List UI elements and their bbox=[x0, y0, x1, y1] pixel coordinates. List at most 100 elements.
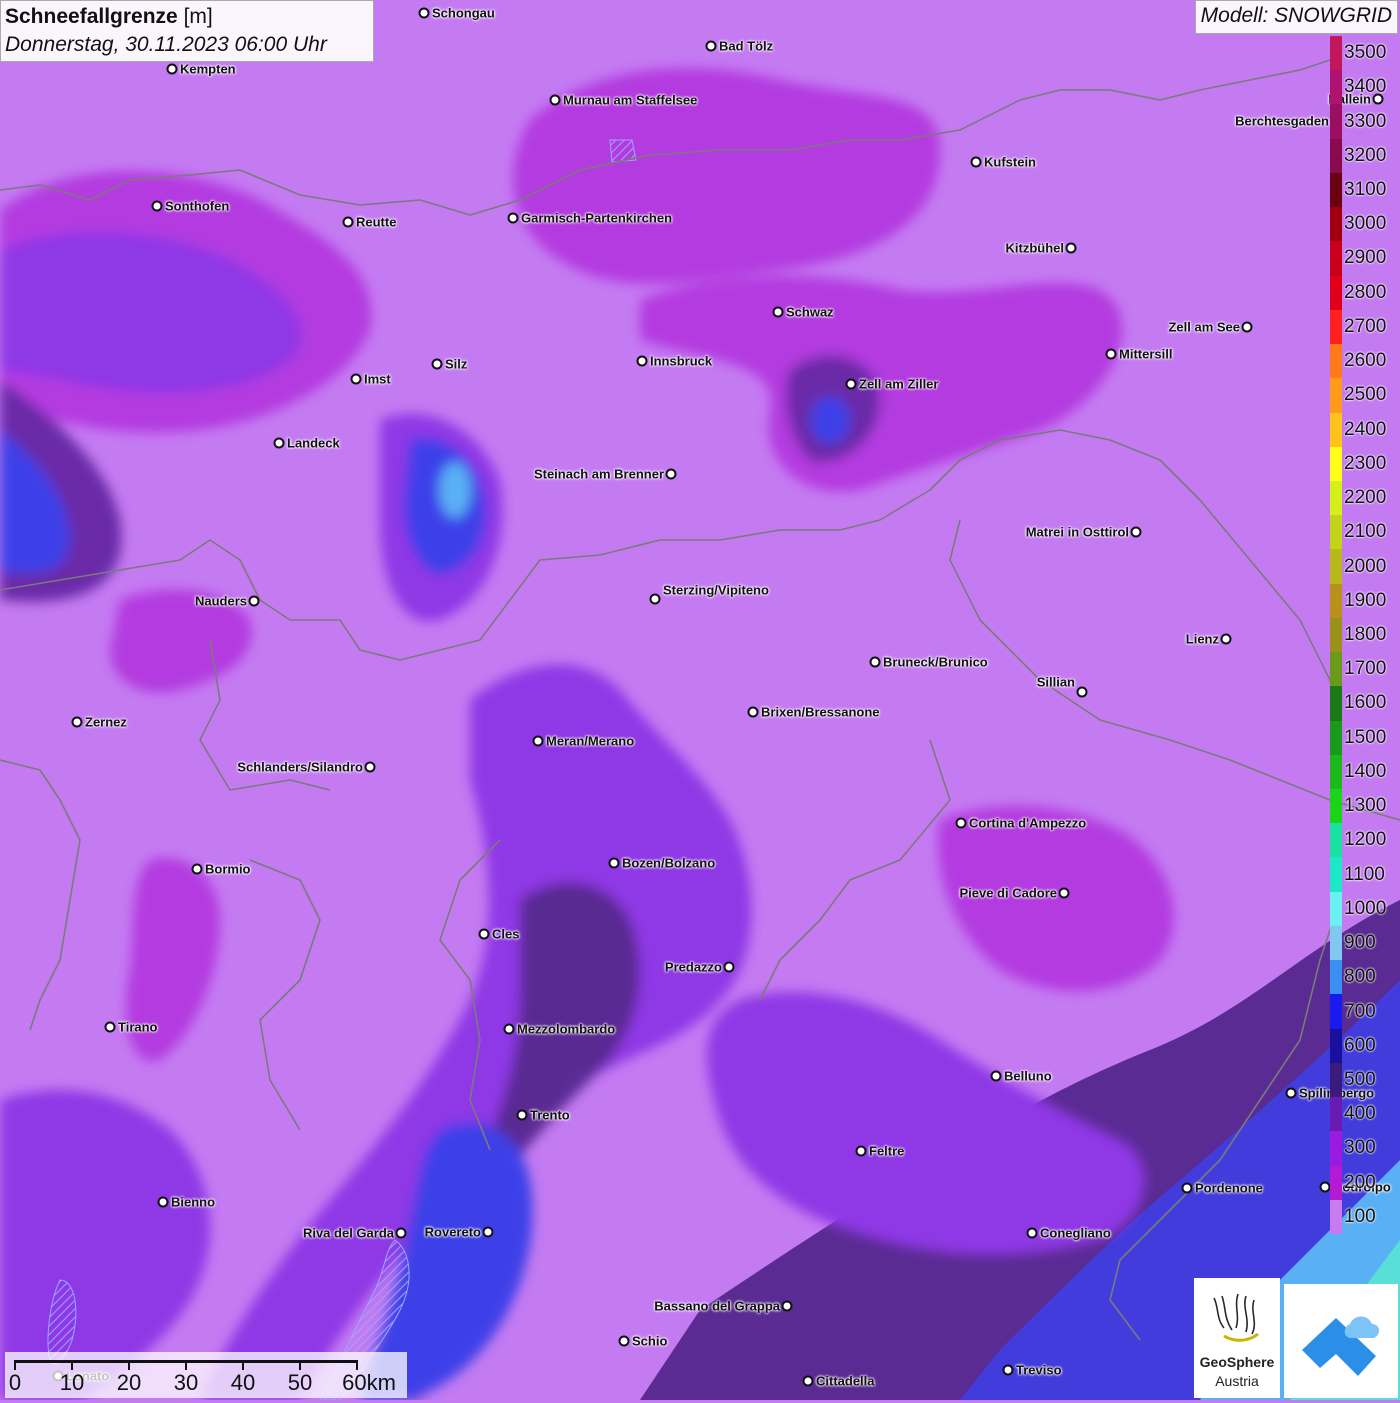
scale-tick bbox=[242, 1360, 244, 1370]
city-marker bbox=[649, 593, 661, 605]
city-label: Bienno bbox=[171, 1194, 216, 1210]
city-label: Meran/Merano bbox=[546, 733, 635, 749]
city-label: Reutte bbox=[356, 214, 397, 230]
city-label: Pordenone bbox=[1195, 1180, 1263, 1196]
legend-label: 1900 bbox=[1344, 589, 1387, 611]
legend-label: 1100 bbox=[1344, 863, 1385, 885]
city-marker bbox=[166, 63, 178, 75]
city-label: Murnau am Staffelsee bbox=[563, 92, 698, 108]
city-marker bbox=[772, 306, 784, 318]
legend-label: 2600 bbox=[1344, 350, 1387, 372]
city-label: Bormio bbox=[205, 861, 251, 877]
city-label: Kitzbühel bbox=[1005, 240, 1065, 256]
model-label: Modell: SNOWGRID bbox=[1194, 0, 1398, 34]
city-label: Nauders bbox=[194, 593, 247, 609]
legend-label: 2100 bbox=[1344, 521, 1387, 543]
legend-label: 700 bbox=[1344, 1000, 1376, 1022]
legend-swatch bbox=[1330, 378, 1342, 413]
legend-swatch bbox=[1330, 172, 1342, 208]
city-label: Zernez bbox=[85, 714, 127, 730]
city-marker bbox=[618, 1335, 630, 1347]
legend-swatch bbox=[1330, 1131, 1342, 1167]
legend-label: 200 bbox=[1344, 1171, 1376, 1193]
city-marker bbox=[1065, 242, 1077, 254]
city-marker bbox=[395, 1227, 407, 1239]
legend-swatch bbox=[1330, 1028, 1342, 1064]
city-marker bbox=[1285, 1087, 1297, 1099]
map-title-box: Schneefallgrenze [m] Donnerstag, 30.11.2… bbox=[0, 0, 374, 62]
city-label: Silz bbox=[445, 356, 468, 372]
legend-label: 300 bbox=[1344, 1137, 1376, 1159]
city-marker bbox=[516, 1109, 528, 1121]
legend-label: 1600 bbox=[1344, 692, 1387, 714]
legend-swatch bbox=[1330, 925, 1342, 961]
city-marker bbox=[747, 706, 759, 718]
city-marker bbox=[1002, 1364, 1014, 1376]
legend-swatch bbox=[1330, 70, 1342, 105]
city-marker bbox=[869, 656, 881, 668]
legend-swatch bbox=[1330, 104, 1342, 140]
city-marker bbox=[705, 40, 717, 52]
city-marker bbox=[1026, 1227, 1038, 1239]
legend-swatch bbox=[1330, 891, 1342, 927]
scale-tick-label: 0 bbox=[8, 1370, 22, 1395]
legend-label: 2900 bbox=[1344, 247, 1387, 269]
city-label: Kempten bbox=[180, 61, 236, 77]
scale-tick-label: 20 bbox=[116, 1370, 142, 1395]
scale-tick bbox=[299, 1360, 301, 1370]
city-label: Steinach am Brenner bbox=[533, 466, 664, 482]
mountain-cloud-icon bbox=[1302, 1316, 1380, 1376]
city-marker bbox=[990, 1070, 1002, 1082]
city-marker bbox=[608, 857, 620, 869]
legend-swatch bbox=[1330, 823, 1342, 858]
city-marker bbox=[248, 595, 260, 607]
map-title-unit: [m] bbox=[177, 5, 213, 28]
legend-label: 3200 bbox=[1344, 144, 1387, 166]
legend-label: 3400 bbox=[1344, 76, 1387, 98]
legend-swatch bbox=[1330, 754, 1342, 790]
city-label: Bozen/Bolzano bbox=[622, 855, 716, 871]
city-label: Bruneck/Brunico bbox=[883, 654, 988, 670]
legend-swatch bbox=[1330, 275, 1342, 311]
legend-swatch bbox=[1330, 1097, 1342, 1132]
scale-tick-label: 50 bbox=[287, 1370, 313, 1395]
map-title: Schneefallgrenze bbox=[5, 5, 178, 28]
legend-label: 1400 bbox=[1344, 760, 1387, 782]
legend-swatch bbox=[1330, 515, 1342, 550]
city-marker bbox=[723, 961, 735, 973]
city-label: Innsbruck bbox=[650, 353, 713, 369]
legend-label: 3300 bbox=[1344, 110, 1387, 132]
city-label: Schio bbox=[632, 1333, 668, 1349]
legend-label: 400 bbox=[1344, 1103, 1376, 1125]
legend-label: 2300 bbox=[1344, 452, 1387, 474]
legend-label: 1300 bbox=[1344, 795, 1387, 817]
city-label: Bassano del Grappa bbox=[654, 1298, 780, 1314]
city-marker bbox=[1130, 526, 1142, 538]
city-marker bbox=[273, 437, 285, 449]
city-label: Schlanders/Silandro bbox=[237, 759, 363, 775]
legend-swatch bbox=[1330, 960, 1342, 995]
city-marker bbox=[970, 156, 982, 168]
city-marker bbox=[1058, 887, 1070, 899]
city-marker bbox=[1181, 1182, 1193, 1194]
scale-tick-label: 40 bbox=[230, 1370, 256, 1395]
city-marker bbox=[431, 358, 443, 370]
city-label: Feltre bbox=[869, 1143, 905, 1159]
legend-label: 2500 bbox=[1344, 384, 1387, 406]
legend-swatch bbox=[1330, 1199, 1342, 1235]
legend-swatch bbox=[1330, 412, 1342, 448]
legend-label: 3000 bbox=[1344, 213, 1387, 235]
legend-label: 800 bbox=[1344, 966, 1376, 988]
legend-label: 900 bbox=[1344, 932, 1376, 954]
legend-swatch bbox=[1330, 686, 1342, 722]
city-marker bbox=[802, 1375, 814, 1387]
city-marker bbox=[955, 817, 967, 829]
weather-app-logo bbox=[1284, 1284, 1398, 1398]
city-marker bbox=[636, 355, 648, 367]
legend-swatch bbox=[1330, 309, 1342, 345]
legend-swatch bbox=[1330, 789, 1342, 824]
legend-swatch bbox=[1330, 344, 1342, 379]
city-label: Mittersill bbox=[1119, 346, 1173, 362]
color-legend bbox=[1330, 36, 1342, 1235]
legend-swatch bbox=[1330, 1062, 1342, 1098]
